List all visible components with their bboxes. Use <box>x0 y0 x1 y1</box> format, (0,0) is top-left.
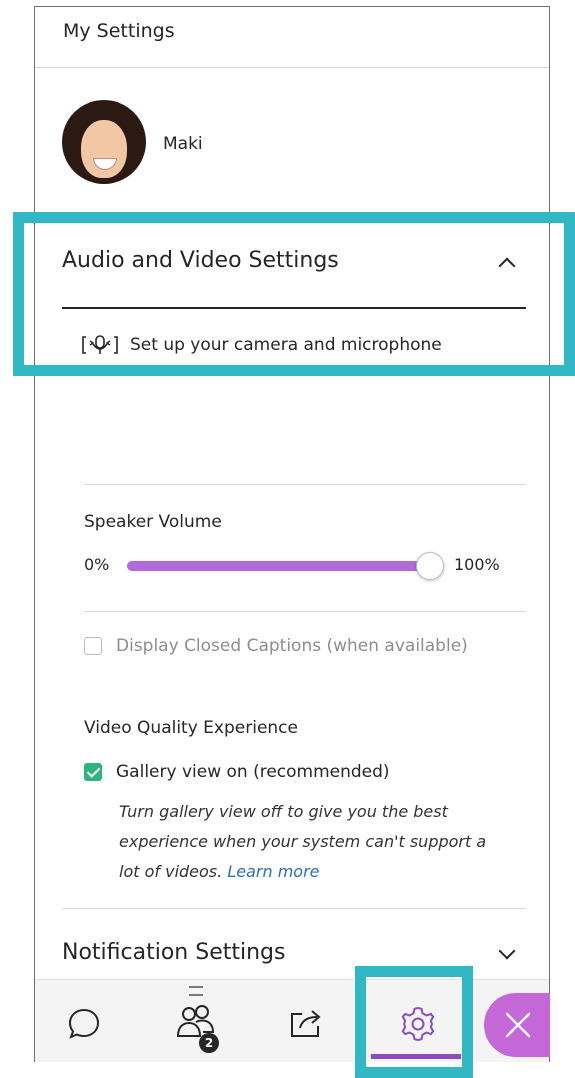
volume-min-label: 0% <box>84 555 110 574</box>
user-name: Maki <box>163 134 203 154</box>
page: My Settings Maki Audio and Video Setting… <box>0 0 575 1078</box>
closed-captions-checkbox[interactable] <box>84 637 102 655</box>
divider <box>84 484 526 485</box>
volume-max-label: 100% <box>454 555 500 574</box>
settings-highlight-box <box>355 966 473 1078</box>
avatar <box>62 100 146 184</box>
gallery-view-label: Gallery view on (recommended) <box>116 762 390 782</box>
share-content-icon[interactable] <box>288 1006 326 1040</box>
closed-captions-option[interactable]: Display Closed Captions (when available) <box>84 636 468 656</box>
close-icon <box>505 1012 531 1038</box>
page-edge <box>550 980 575 1078</box>
chat-icon[interactable] <box>66 1006 102 1042</box>
divider <box>62 908 526 909</box>
speaker-volume-label: Speaker Volume <box>84 512 222 532</box>
participants-count-badge: 2 <box>199 1033 219 1053</box>
drag-handle-icon[interactable] <box>189 986 203 996</box>
learn-more-link[interactable]: Learn more <box>227 862 319 881</box>
notification-settings-header[interactable]: Notification Settings <box>62 940 285 965</box>
panel-title: My Settings <box>63 20 175 42</box>
gallery-view-option[interactable]: Gallery view on (recommended) <box>84 762 390 782</box>
title-divider <box>35 67 549 68</box>
gallery-view-note: Turn gallery view off to give you the be… <box>119 797 499 887</box>
gallery-view-checkbox[interactable] <box>84 763 102 781</box>
closed-captions-label: Display Closed Captions (when available) <box>116 636 468 656</box>
volume-slider-fill <box>127 561 429 571</box>
speaker-volume-slider[interactable] <box>127 561 429 571</box>
volume-slider-thumb[interactable] <box>416 552 444 580</box>
divider <box>84 611 526 612</box>
audio-video-highlight-box <box>13 212 575 376</box>
video-quality-label: Video Quality Experience <box>84 718 298 738</box>
